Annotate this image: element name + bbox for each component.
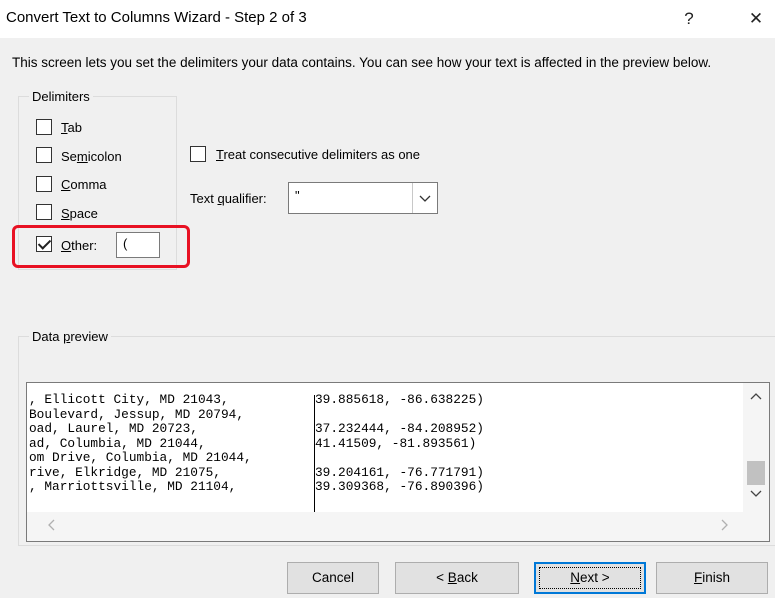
- preview-cell-col1: oad, Laurel, MD 20723,: [29, 421, 198, 436]
- preview-vertical-scrollbar[interactable]: [743, 383, 769, 512]
- preview-row: , Marriottsville, MD 21104, 39.309368, -7…: [29, 479, 729, 495]
- title-bar: Convert Text to Columns Wizard - Step 2 …: [0, 0, 775, 38]
- scroll-left-icon[interactable]: [47, 518, 55, 534]
- preview-cell-col1: , Ellicott City, MD 21043,: [29, 393, 229, 407]
- preview-cell-col1: rive, Elkridge, MD 21075,: [29, 464, 221, 480]
- tab-checkbox-label[interactable]: Tab: [61, 120, 82, 135]
- data-preview-box[interactable]: , Ellicott City, MD 21043, 39.885618, -86…: [26, 382, 770, 542]
- preview-cell-col2: 39.885618, -86.638225): [315, 393, 484, 407]
- preview-cell-col2: 39.204161, -76.771791): [315, 464, 484, 480]
- preview-cell-col1: , Marriottsville, MD 21104,: [29, 479, 237, 494]
- text-qualifier-select[interactable]: ": [288, 182, 438, 214]
- back-button[interactable]: < Back: [395, 562, 519, 594]
- window-title: Convert Text to Columns Wizard - Step 2 …: [6, 9, 307, 26]
- semicolon-checkbox[interactable]: [36, 147, 52, 163]
- preview-row: om Drive, Columbia, MD 21044,: [29, 450, 729, 466]
- comma-checkbox-label[interactable]: Comma: [61, 177, 107, 192]
- scroll-down-icon[interactable]: [743, 487, 769, 501]
- cancel-button[interactable]: Cancel: [287, 562, 379, 594]
- scrollbar-thumb[interactable]: [747, 461, 765, 485]
- preview-cell-col1: om Drive, Columbia, MD 21044,: [29, 450, 252, 465]
- consecutive-delimiters-checkbox[interactable]: [190, 146, 206, 162]
- preview-cell-col1: ad, Columbia, MD 21044,: [29, 435, 206, 451]
- preview-cell-col1: Boulevard, Jessup, MD 20794,: [29, 406, 245, 422]
- chevron-down-icon[interactable]: [412, 183, 437, 213]
- scroll-up-icon[interactable]: [743, 389, 769, 403]
- preview-cell-col2: 41.41509, -81.893561): [315, 435, 477, 451]
- semicolon-checkbox-label[interactable]: Semicolon: [61, 149, 122, 164]
- column-break-line[interactable]: [314, 395, 315, 513]
- close-button[interactable]: ✕: [741, 6, 771, 32]
- preview-row: rive, Elkridge, MD 21075, 39.204161, -76.…: [29, 464, 729, 481]
- preview-row: oad, Laurel, MD 20723, 37.232444, -84.208…: [29, 421, 729, 437]
- consecutive-delimiters-label[interactable]: Treat consecutive delimiters as one: [216, 147, 420, 162]
- data-preview-text: , Ellicott City, MD 21043, 39.885618, -86…: [29, 393, 729, 513]
- preview-row: , Ellicott City, MD 21043, 39.885618, -86…: [29, 393, 729, 408]
- wizard-description: This screen lets you set the delimiters …: [12, 55, 712, 70]
- tab-checkbox[interactable]: [36, 119, 52, 135]
- preview-horizontal-scrollbar[interactable]: [27, 512, 769, 541]
- preview-row: Boulevard, Jessup, MD 20794,: [29, 406, 729, 423]
- space-checkbox[interactable]: [36, 204, 52, 220]
- focus-ring: [539, 567, 641, 589]
- delimiters-group-label: Delimiters: [29, 89, 93, 104]
- finish-button[interactable]: Finish: [656, 562, 768, 594]
- text-qualifier-label: Text qualifier:: [190, 191, 267, 206]
- space-checkbox-label[interactable]: Space: [61, 206, 98, 221]
- comma-checkbox[interactable]: [36, 176, 52, 192]
- other-highlight-annotation: [12, 225, 190, 268]
- preview-cell-col2: 37.232444, -84.208952): [315, 421, 484, 436]
- preview-cell-col2: 39.309368, -76.890396): [315, 479, 484, 494]
- preview-row: ad, Columbia, MD 21044, 41.41509, -81.893…: [29, 435, 729, 452]
- preview-row: [29, 495, 729, 510]
- next-button[interactable]: Next >: [534, 562, 646, 594]
- scroll-right-icon[interactable]: [721, 518, 729, 534]
- text-qualifier-value: ": [295, 188, 300, 203]
- data-preview-label: Data preview: [29, 329, 111, 344]
- help-button[interactable]: ?: [674, 6, 704, 32]
